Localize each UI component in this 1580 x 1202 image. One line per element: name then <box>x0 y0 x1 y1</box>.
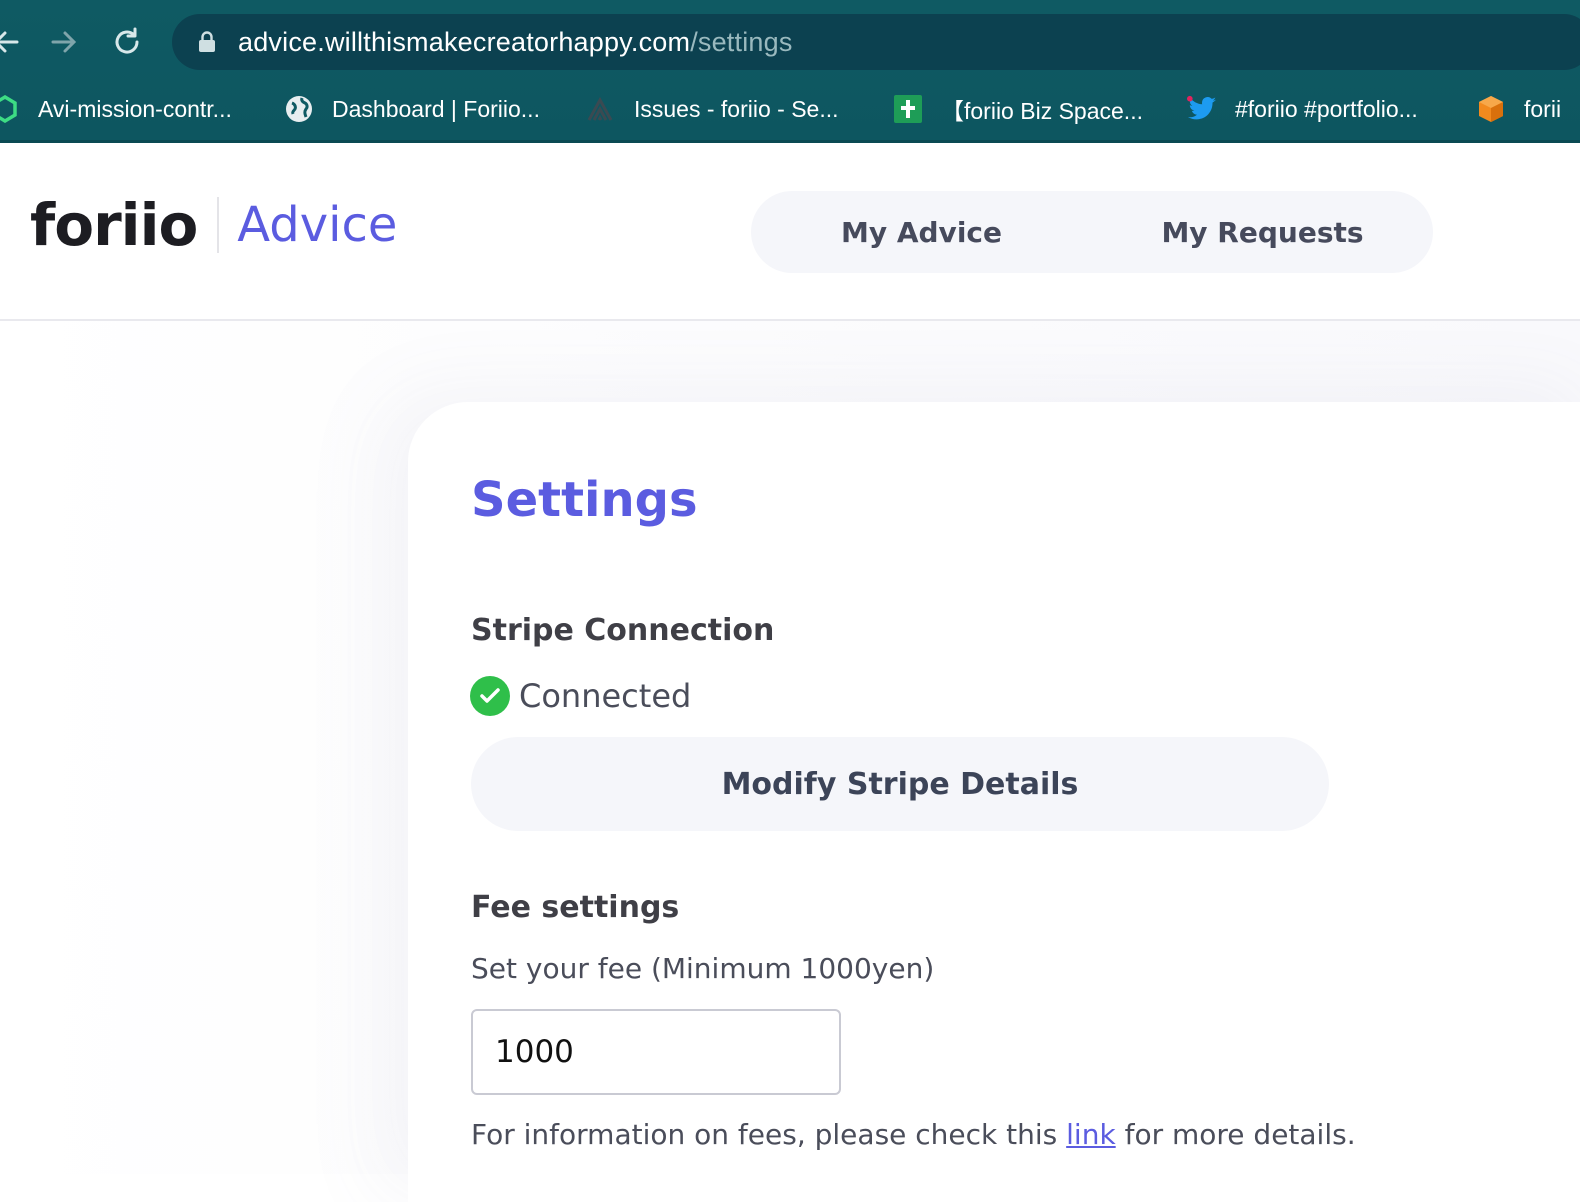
fee-info-suffix: for more details. <box>1115 1118 1356 1151</box>
globe-icon <box>284 94 314 124</box>
bookmark-dashboard[interactable]: Dashboard | Foriio... <box>284 84 540 134</box>
bookmark-label: Issues - foriio - Se... <box>634 95 839 122</box>
fee-info-prefix: For information on fees, please check th… <box>471 1118 1067 1151</box>
bookmark-label: Avi-mission-contr... <box>38 95 232 122</box>
sentry-icon <box>586 94 616 124</box>
top-nav: My Advice My Requests <box>751 191 1433 273</box>
fee-section-heading: Fee settings <box>471 890 680 925</box>
logo-product-name: Advice <box>237 197 398 253</box>
page-title: Settings <box>471 472 698 528</box>
logo-divider <box>217 197 220 253</box>
bookmark-label: forii <box>1524 95 1562 122</box>
bookmarks-bar: Avi-mission-contr... Dashboard | Foriio.… <box>0 84 1580 134</box>
twitter-icon <box>1187 94 1217 124</box>
modify-stripe-details-button[interactable]: Modify Stripe Details <box>471 737 1329 831</box>
bookmark-biz-space[interactable]: 【foriio Biz Space... <box>893 84 1143 134</box>
bookmark-label: Dashboard | Foriio... <box>332 95 540 122</box>
bookmark-avi-mission[interactable]: Avi-mission-contr... <box>0 84 232 134</box>
fee-info-link[interactable]: link <box>1066 1118 1116 1151</box>
stripe-status-text: Connected <box>519 677 692 715</box>
url-host: advice.willthismakecreatorhappy.com <box>238 26 691 57</box>
reload-icon[interactable] <box>107 22 147 62</box>
app-header: foriio Advice My Advice My Requests <box>0 143 1580 321</box>
back-arrow-icon[interactable] <box>0 22 26 62</box>
bookmark-issues[interactable]: Issues - foriio - Se... <box>586 84 839 134</box>
nav-my-requests[interactable]: My Requests <box>1092 216 1433 249</box>
check-circle-icon <box>470 676 510 716</box>
url-path: /settings <box>690 26 793 57</box>
bookmark-twitter[interactable]: #foriio #portfolio... <box>1187 84 1418 134</box>
stripe-status: Connected <box>470 676 691 716</box>
fee-input[interactable] <box>471 1009 841 1095</box>
browser-chrome: advice.willthismakecreatorhappy.com /set… <box>0 0 1580 143</box>
fee-label: Set your fee (Minimum 1000yen) <box>471 952 935 985</box>
bookmark-label: 【foriio Biz Space... <box>941 98 1143 124</box>
lock-icon <box>196 31 218 53</box>
nav-my-advice[interactable]: My Advice <box>751 216 1092 249</box>
sheets-icon <box>893 94 923 124</box>
fee-info-text: For information on fees, please check th… <box>471 1118 1356 1151</box>
logo[interactable]: foriio Advice <box>30 191 397 259</box>
cube-icon <box>1476 94 1506 124</box>
forward-arrow-icon[interactable] <box>44 22 84 62</box>
hexagon-icon <box>0 94 20 124</box>
bookmark-foriio[interactable]: forii <box>1476 84 1561 134</box>
stripe-section-heading: Stripe Connection <box>471 613 775 648</box>
bookmark-label: #foriio #portfolio... <box>1235 95 1418 122</box>
address-bar[interactable]: advice.willthismakecreatorhappy.com /set… <box>172 14 1580 70</box>
logo-wordmark: foriio <box>30 191 198 259</box>
